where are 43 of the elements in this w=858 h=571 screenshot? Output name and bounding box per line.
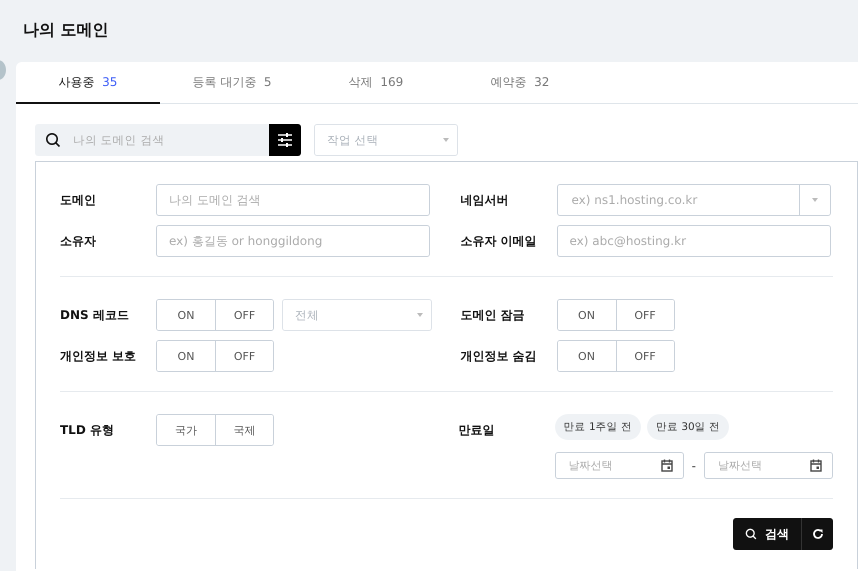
range-separator: - (692, 458, 696, 472)
filter-button[interactable] (269, 124, 301, 156)
field-label: TLD 유형 (60, 422, 115, 439)
field-label: 네임서버 (460, 192, 510, 209)
date-chip[interactable]: 만료 30일 전 (647, 414, 730, 440)
page-title: 나의 도메인 (23, 19, 110, 41)
refresh-icon (812, 528, 824, 540)
toggle-option[interactable]: OFF (215, 300, 273, 330)
tab[interactable]: 예약중 32 (448, 62, 592, 104)
sliders-icon (277, 133, 293, 147)
input-field[interactable]: ex) 홍길동 or honggildong (156, 225, 430, 257)
toggle-option[interactable]: OFF (616, 300, 674, 330)
input-field[interactable]: ex) abc@hosting.kr (556, 225, 830, 257)
field-label: DNS 레코드 (60, 307, 130, 324)
field-label: 소유자 (60, 233, 97, 250)
field-label: 개인정보 숨김 (460, 348, 538, 365)
tab[interactable]: 삭제 169 (304, 62, 448, 104)
field-label: 도메인 잠금 (460, 307, 526, 324)
tab[interactable]: 등록 대기중 5 (160, 62, 304, 104)
search-button[interactable]: 검색 (733, 518, 801, 550)
caret-icon (812, 198, 818, 202)
field-label: 개인정보 보호 (60, 348, 138, 365)
date-chip[interactable]: 만료 1주일 전 (554, 414, 642, 440)
field-label: 도메인 (60, 192, 97, 209)
nameserver-field[interactable]: ex) ns1.hosting.co.kr (556, 184, 830, 216)
calendar-icon (810, 459, 822, 472)
toggle-option[interactable]: OFF (616, 341, 674, 371)
field-label: 만료일 (458, 422, 496, 439)
search-icon (745, 528, 757, 540)
search-icon (45, 132, 61, 148)
toggle-option[interactable]: 국제 (215, 415, 273, 445)
search-input[interactable]: 나의 도메인 검색 (71, 132, 255, 148)
calendar-icon (660, 459, 673, 472)
toggle-option[interactable]: OFF (215, 341, 273, 371)
tab[interactable]: 사용중 35 (16, 62, 160, 104)
caret-icon (443, 138, 449, 142)
date-field[interactable]: 날짜선택 (704, 452, 833, 479)
caret-icon (417, 313, 423, 317)
search-field[interactable]: 나의 도메인 검색 (35, 124, 269, 156)
date-field[interactable]: 날짜선택 (554, 452, 684, 479)
field-label: 소유자 이메일 (460, 233, 538, 250)
reset-button[interactable] (801, 518, 833, 550)
input-field[interactable]: 나의 도메인 검색 (156, 184, 430, 216)
